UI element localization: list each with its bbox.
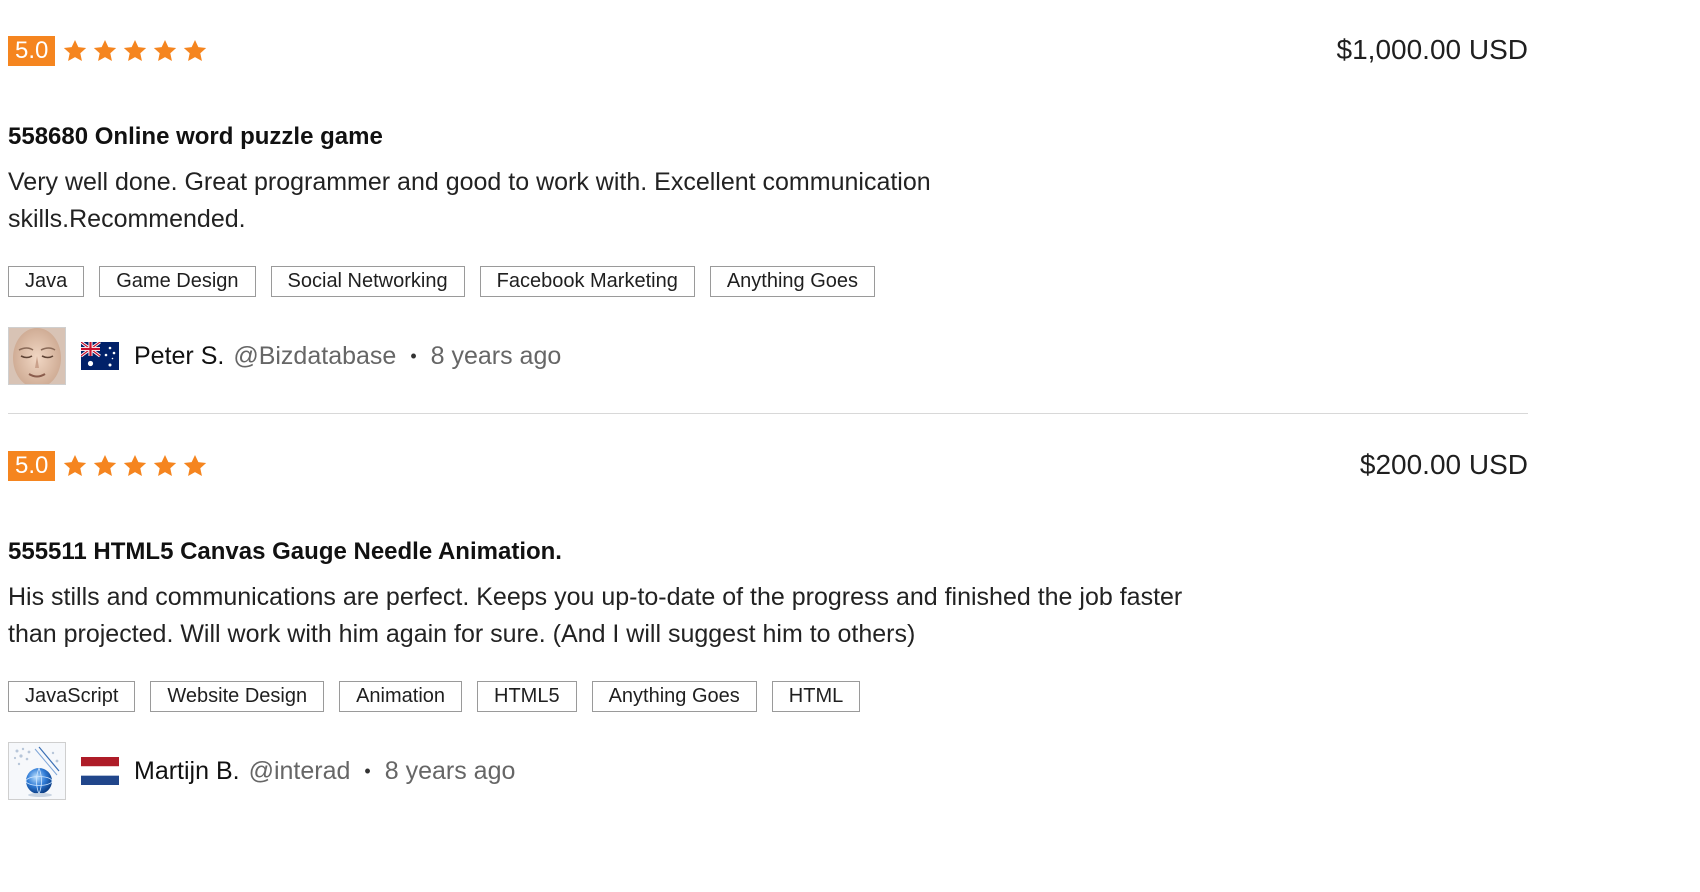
rating-badge: 5.0 xyxy=(8,36,56,66)
project-title: 558680 Online word puzzle game xyxy=(8,123,383,150)
rating-badge: 5.0 xyxy=(8,451,56,481)
skill-tag[interactable]: JavaScript xyxy=(8,681,136,712)
star-icon xyxy=(152,453,178,479)
star-icon xyxy=(122,38,148,64)
review-time: 8 years ago xyxy=(384,756,516,785)
reviewer-handle[interactable]: @Bizdatabase xyxy=(233,342,396,371)
skill-tag[interactable]: Anything Goes xyxy=(591,681,757,712)
star-rating xyxy=(62,38,208,64)
skill-tag[interactable]: Facebook Marketing xyxy=(479,266,695,297)
skill-tag[interactable]: Anything Goes xyxy=(709,266,876,297)
star-icon xyxy=(152,38,178,64)
reviewer-handle[interactable]: @interad xyxy=(249,757,351,786)
review-comment: Very well done. Great programmer and goo… xyxy=(8,168,931,233)
avatar[interactable] xyxy=(8,327,66,385)
project-price: $200.00 USD xyxy=(1359,449,1528,480)
separator-dot: • xyxy=(410,345,417,366)
star-icon xyxy=(122,453,148,479)
review-item: 5.0 $200.00 USD 555511 HTML5 Canvas Gaug… xyxy=(8,413,1528,892)
avatar[interactable] xyxy=(8,742,66,800)
reviewer-name[interactable]: Martijn B. xyxy=(134,757,240,786)
skill-tag[interactable]: Game Design xyxy=(99,266,256,297)
skill-tag[interactable]: Website Design xyxy=(150,681,325,712)
skill-tag[interactable]: Animation xyxy=(339,681,463,712)
star-icon xyxy=(182,453,208,479)
skill-tags: JavaScript Website Design Animation HTML… xyxy=(8,681,861,712)
project-price: $1,000.00 USD xyxy=(1336,34,1528,65)
australia-flag-icon xyxy=(81,342,119,370)
star-icon xyxy=(62,453,88,479)
rating: 5.0 xyxy=(8,36,208,66)
review-item: 5.0 $1,000.00 USD 558680 Online word puz… xyxy=(8,0,1528,413)
project-title: 555511 HTML5 Canvas Gauge Needle Animati… xyxy=(8,538,562,565)
skill-tag[interactable]: Social Networking xyxy=(270,266,465,297)
skill-tags: Java Game Design Social Networking Faceb… xyxy=(8,266,876,297)
reviews-list: 5.0 $1,000.00 USD 558680 Online word puz… xyxy=(8,0,1528,892)
netherlands-flag-icon xyxy=(81,757,119,785)
star-rating xyxy=(62,453,208,479)
skill-tag[interactable]: Java xyxy=(8,266,85,297)
star-icon xyxy=(92,38,118,64)
separator-dot: • xyxy=(364,760,371,781)
reviewer-info: Martijn B. @interad • 8 years ago xyxy=(8,741,515,801)
skill-tag[interactable]: HTML5 xyxy=(477,681,577,712)
review-time: 8 years ago xyxy=(430,341,562,370)
star-icon xyxy=(182,38,208,64)
reviewer-info: Peter S. @Bizdatabase • 8 years ago xyxy=(8,326,561,386)
skill-tag[interactable]: HTML xyxy=(771,681,861,712)
star-icon xyxy=(92,453,118,479)
reviewer-name[interactable]: Peter S. xyxy=(134,342,224,371)
review-comment: His stills and communications are perfec… xyxy=(8,583,1183,648)
rating: 5.0 xyxy=(8,451,208,481)
star-icon xyxy=(62,38,88,64)
